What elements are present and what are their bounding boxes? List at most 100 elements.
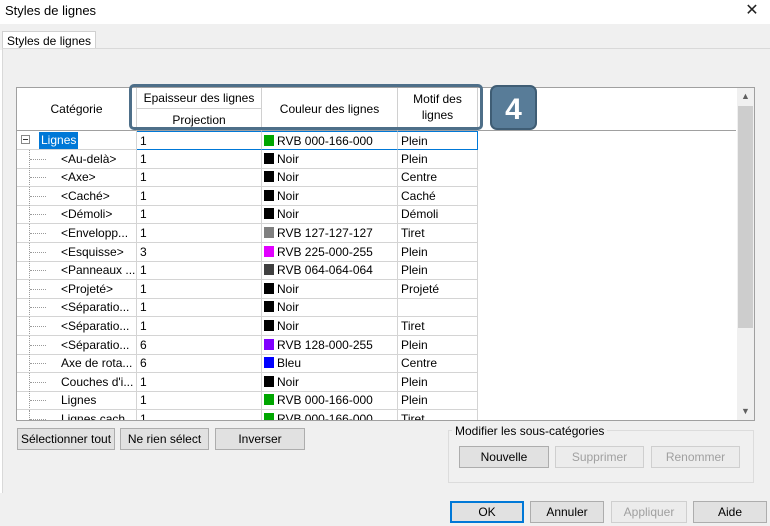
cell-couleur[interactable]: RVB 000-166-000 (262, 410, 398, 420)
cell-categorie[interactable]: Axe de rota... (17, 354, 137, 374)
table-row[interactable]: <Au-delà> 1 Noir Plein (17, 149, 478, 169)
collapse-icon[interactable] (21, 135, 30, 144)
help-button[interactable]: Aide (693, 501, 767, 523)
cell-motif[interactable]: Plein (398, 391, 478, 411)
cell-categorie[interactable]: Lignes cach... (17, 410, 137, 420)
cell-epaisseur[interactable]: 1 (137, 261, 262, 281)
cell-motif[interactable]: Tiret (398, 224, 478, 243)
table-row[interactable]: <Panneaux ... 1 RVB 064-064-064 Plein (17, 261, 478, 281)
cell-epaisseur[interactable]: 1 (137, 317, 262, 336)
cell-motif[interactable]: Plein (398, 149, 478, 169)
cell-epaisseur[interactable]: 1 (137, 131, 262, 150)
table-row[interactable]: Axe de rota... 6 Bleu Centre (17, 354, 478, 374)
cell-categorie[interactable]: Lignes (17, 131, 137, 150)
apply-button[interactable]: Appliquer (611, 501, 687, 523)
cell-categorie[interactable]: <Envelopp... (17, 224, 137, 243)
cell-categorie[interactable]: <Séparatio... (17, 335, 137, 355)
cell-epaisseur[interactable]: 1 (137, 224, 262, 243)
header-categorie[interactable]: Catégorie (17, 88, 137, 131)
cell-epaisseur[interactable]: 6 (137, 354, 262, 374)
vertical-scrollbar[interactable]: ▲ ▼ (737, 88, 754, 420)
table-row[interactable]: Couches d'i... 1 Noir Plein (17, 372, 478, 392)
cell-couleur[interactable]: Noir (262, 298, 398, 318)
cell-categorie[interactable]: Couches d'i... (17, 372, 137, 392)
cell-couleur[interactable]: Noir (262, 205, 398, 225)
cell-motif[interactable]: Plein (398, 335, 478, 355)
cell-categorie[interactable]: <Au-delà> (17, 149, 137, 169)
cell-categorie[interactable]: <Caché> (17, 186, 137, 206)
cell-epaisseur[interactable]: 6 (137, 335, 262, 355)
cell-epaisseur[interactable]: 1 (137, 168, 262, 188)
cell-epaisseur[interactable]: 1 (137, 205, 262, 225)
cell-epaisseur[interactable]: 1 (137, 391, 262, 411)
cell-categorie[interactable]: <Projeté> (17, 279, 137, 299)
cell-motif[interactable]: Tiret (398, 317, 478, 336)
table-row[interactable]: <Caché> 1 Noir Caché (17, 186, 478, 206)
table-row[interactable]: <Démoli> 1 Noir Démoli (17, 205, 478, 225)
invert-button[interactable]: Inverser (215, 428, 305, 450)
cell-epaisseur[interactable]: 1 (137, 149, 262, 169)
cell-couleur[interactable]: Noir (262, 279, 398, 299)
cell-motif[interactable]: Centre (398, 168, 478, 188)
select-all-button[interactable]: Sélectionner tout (17, 428, 115, 450)
cell-couleur[interactable]: Bleu (262, 354, 398, 374)
cell-couleur[interactable]: Noir (262, 317, 398, 336)
cancel-button[interactable]: Annuler (530, 501, 604, 523)
cell-categorie[interactable]: <Séparatio... (17, 317, 137, 336)
table-row[interactable]: Lignes 1 RVB 000-166-000 Plein (17, 391, 478, 411)
cell-couleur[interactable]: Noir (262, 149, 398, 169)
table-row[interactable]: <Esquisse> 3 RVB 225-000-255 Plein (17, 242, 478, 262)
cell-epaisseur[interactable]: 1 (137, 186, 262, 206)
cell-categorie[interactable]: <Démoli> (17, 205, 137, 225)
cell-epaisseur[interactable]: 1 (137, 298, 262, 318)
cell-couleur[interactable]: RVB 128-000-255 (262, 335, 398, 355)
cell-motif[interactable]: Centre (398, 354, 478, 374)
cell-motif[interactable]: Plein (398, 261, 478, 281)
table-row[interactable]: <Projeté> 1 Noir Projeté (17, 279, 478, 299)
cell-motif[interactable]: Plein (398, 242, 478, 262)
select-none-button[interactable]: Ne rien sélect (120, 428, 209, 450)
cell-epaisseur[interactable]: 3 (137, 242, 262, 262)
table-row[interactable]: <Séparatio... 1 Noir Tiret (17, 317, 478, 336)
cell-couleur[interactable]: Noir (262, 168, 398, 188)
cell-motif[interactable]: Démoli (398, 205, 478, 225)
close-icon[interactable]: ✕ (738, 0, 766, 22)
cell-epaisseur[interactable]: 1 (137, 279, 262, 299)
cell-couleur[interactable]: RVB 064-064-064 (262, 261, 398, 281)
cell-categorie[interactable]: <Esquisse> (17, 242, 137, 262)
table-row[interactable]: Lignes cach... 1 RVB 000-166-000 Tiret (17, 410, 478, 420)
cell-categorie[interactable]: <Séparatio... (17, 298, 137, 318)
cell-couleur[interactable]: RVB 225-000-255 (262, 242, 398, 262)
table-row[interactable]: <Envelopp... 1 RVB 127-127-127 Tiret (17, 224, 478, 243)
rename-button[interactable]: Renommer (651, 446, 740, 468)
cell-motif[interactable]: Caché (398, 186, 478, 206)
new-button[interactable]: Nouvelle (459, 446, 549, 468)
table-row[interactable]: <Axe> 1 Noir Centre (17, 168, 478, 188)
cell-motif[interactable]: Plein (398, 131, 478, 150)
scroll-up-icon[interactable]: ▲ (737, 88, 754, 105)
cell-couleur[interactable]: Noir (262, 186, 398, 206)
tree-branch (30, 288, 46, 290)
category-label: <Séparatio... (61, 319, 130, 333)
cell-couleur[interactable]: RVB 000-166-000 (262, 391, 398, 411)
scroll-thumb[interactable] (738, 106, 753, 328)
cell-motif[interactable] (398, 298, 478, 318)
cell-motif[interactable]: Projeté (398, 279, 478, 299)
table-row[interactable]: Lignes 1 RVB 000-166-000 Plein (17, 131, 478, 150)
table-row[interactable]: <Séparatio... 6 RVB 128-000-255 Plein (17, 335, 478, 355)
cell-motif[interactable]: Plein (398, 372, 478, 392)
delete-button[interactable]: Supprimer (555, 446, 644, 468)
table-row[interactable]: <Séparatio... 1 Noir (17, 298, 478, 318)
cell-categorie[interactable]: Lignes (17, 391, 137, 411)
cell-epaisseur[interactable]: 1 (137, 410, 262, 420)
cell-couleur[interactable]: RVB 000-166-000 (262, 131, 398, 150)
cell-couleur[interactable]: RVB 127-127-127 (262, 224, 398, 243)
cell-epaisseur[interactable]: 1 (137, 372, 262, 392)
scroll-down-icon[interactable]: ▼ (737, 403, 754, 420)
cell-motif[interactable]: Tiret (398, 410, 478, 420)
ok-button[interactable]: OK (450, 501, 524, 523)
cell-couleur[interactable]: Noir (262, 372, 398, 392)
line-styles-grid[interactable]: Catégorie Epaisseur des lignes Projectio… (16, 87, 755, 421)
cell-categorie[interactable]: <Panneaux ... (17, 261, 137, 281)
cell-categorie[interactable]: <Axe> (17, 168, 137, 188)
